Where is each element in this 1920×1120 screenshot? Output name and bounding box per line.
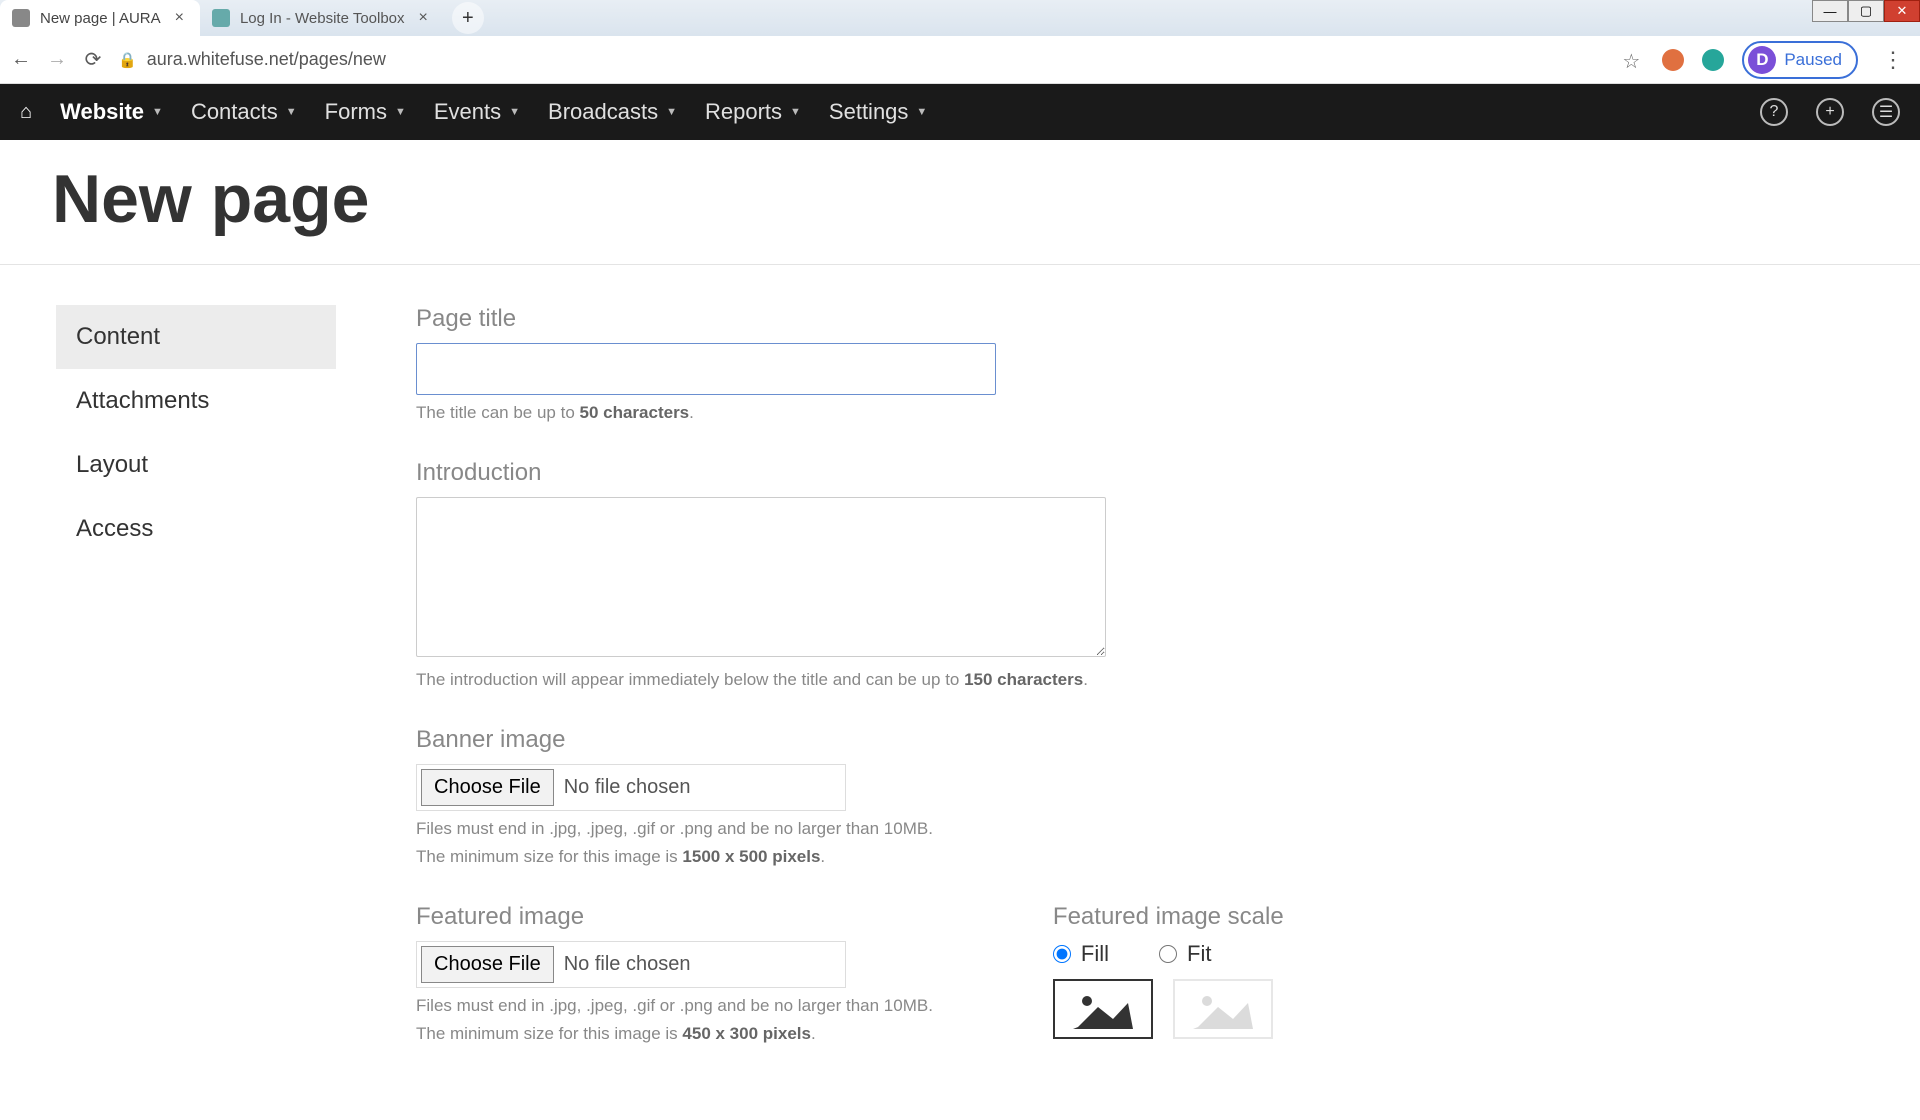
caret-down-icon: ▼ (666, 106, 677, 118)
address-bar: ← → ⟳ 🔒 aura.whitefuse.net/pages/new ☆ D… (0, 36, 1920, 84)
page-title-input[interactable] (416, 343, 996, 395)
introduction-label: Introduction (416, 459, 1864, 487)
forward-icon[interactable]: → (46, 49, 68, 71)
caret-down-icon: ▼ (286, 106, 297, 118)
nav-settings[interactable]: Settings▼ (829, 99, 927, 125)
nav-events[interactable]: Events▼ (434, 99, 520, 125)
featured-file-picker[interactable]: Choose File No file chosen (416, 941, 846, 988)
banner-hint-2: The minimum size for this image is 1500 … (416, 847, 1864, 867)
sidebar-tabs: Content Attachments Layout Access (56, 305, 336, 1080)
sidebar-tab-access[interactable]: Access (56, 497, 336, 561)
caret-down-icon: ▼ (152, 106, 163, 118)
back-icon[interactable]: ← (10, 49, 32, 71)
page-title-hint: The title can be up to 50 characters. (416, 403, 1864, 423)
introduction-textarea[interactable] (416, 497, 1106, 657)
scale-fit-option[interactable]: Fit (1159, 941, 1211, 967)
featured-hint-2: The minimum size for this image is 450 x… (416, 1024, 933, 1044)
url-text: aura.whitefuse.net/pages/new (147, 49, 386, 70)
close-icon[interactable]: × (171, 9, 188, 27)
window-close-button[interactable]: ✕ (1884, 0, 1920, 22)
home-icon[interactable]: ⌂ (20, 101, 32, 124)
nav-website[interactable]: Website▼ (60, 99, 163, 125)
featured-hint-1: Files must end in .jpg, .jpeg, .gif or .… (416, 996, 933, 1016)
new-tab-button[interactable]: + (452, 2, 484, 34)
page-title: New page (0, 140, 1920, 265)
kebab-menu-icon[interactable]: ⋮ (1876, 47, 1910, 73)
page-title-label: Page title (416, 305, 1864, 333)
extension-icon[interactable] (1662, 49, 1684, 71)
tab-title: Log In - Website Toolbox (240, 10, 405, 27)
tab-title: New page | AURA (40, 10, 161, 27)
nav-reports[interactable]: Reports▼ (705, 99, 801, 125)
profile-paused-pill[interactable]: D Paused (1742, 41, 1858, 79)
banner-hint-1: Files must end in .jpg, .jpeg, .gif or .… (416, 819, 1864, 839)
caret-down-icon: ▼ (509, 106, 520, 118)
caret-down-icon: ▼ (395, 106, 406, 118)
bookmark-star-icon[interactable]: ☆ (1622, 49, 1644, 71)
featured-image-label: Featured image (416, 903, 933, 931)
caret-down-icon: ▼ (916, 106, 927, 118)
lock-icon: 🔒 (118, 51, 137, 69)
favicon-icon (212, 9, 230, 27)
choose-file-button[interactable]: Choose File (421, 769, 554, 806)
help-icon[interactable]: ? (1760, 98, 1788, 126)
paused-label: Paused (1784, 50, 1842, 70)
browser-tab-active[interactable]: New page | AURA × (0, 0, 200, 36)
browser-tab-inactive[interactable]: Log In - Website Toolbox × (200, 0, 444, 36)
file-status: No file chosen (564, 953, 691, 976)
maximize-button[interactable]: ▢ (1848, 0, 1884, 22)
nav-broadcasts[interactable]: Broadcasts▼ (548, 99, 677, 125)
file-status: No file chosen (564, 776, 691, 799)
minimize-button[interactable]: — (1812, 0, 1848, 22)
browser-tab-strip: New page | AURA × Log In - Website Toolb… (0, 0, 1920, 36)
avatar: D (1748, 46, 1776, 74)
nav-forms[interactable]: Forms▼ (325, 99, 406, 125)
scale-fill-radio[interactable] (1053, 945, 1071, 963)
banner-image-label: Banner image (416, 726, 1864, 754)
close-icon[interactable]: × (415, 9, 432, 27)
extension-icon[interactable] (1702, 49, 1724, 71)
fit-thumbnail-icon[interactable] (1173, 979, 1273, 1039)
window-controls: — ▢ ✕ (1812, 0, 1920, 36)
choose-file-button[interactable]: Choose File (421, 946, 554, 983)
sidebar-tab-layout[interactable]: Layout (56, 433, 336, 497)
banner-file-picker[interactable]: Choose File No file chosen (416, 764, 846, 811)
scale-fill-option[interactable]: Fill (1053, 941, 1109, 967)
reload-icon[interactable]: ⟳ (82, 49, 104, 71)
account-icon[interactable]: ☰ (1872, 98, 1900, 126)
nav-contacts[interactable]: Contacts▼ (191, 99, 297, 125)
add-icon[interactable]: + (1816, 98, 1844, 126)
scale-fit-radio[interactable] (1159, 945, 1177, 963)
sidebar-tab-attachments[interactable]: Attachments (56, 369, 336, 433)
featured-scale-label: Featured image scale (1053, 903, 1289, 931)
sidebar-tab-content[interactable]: Content (56, 305, 336, 369)
favicon-icon (12, 9, 30, 27)
app-navbar: ⌂ Website▼ Contacts▼ Forms▼ Events▼ Broa… (0, 84, 1920, 140)
fill-thumbnail-icon[interactable] (1053, 979, 1153, 1039)
url-display[interactable]: 🔒 aura.whitefuse.net/pages/new (118, 49, 386, 70)
introduction-hint: The introduction will appear immediately… (416, 670, 1864, 690)
caret-down-icon: ▼ (790, 106, 801, 118)
